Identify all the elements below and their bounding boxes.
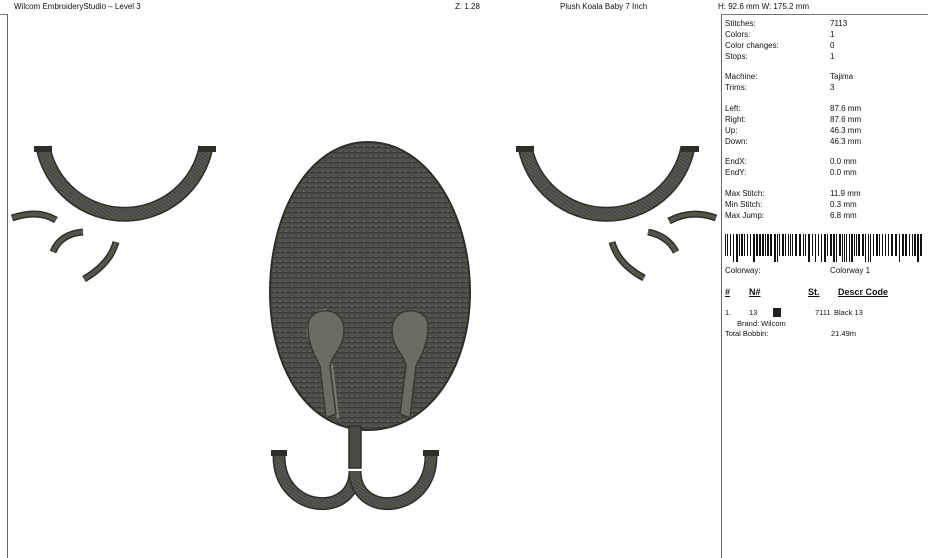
colors-value: 1 [830,30,835,39]
colorway-row: Colorway: Colorway 1 [725,266,925,276]
up-value: 46.3 mm [830,126,862,135]
trims-row: Trims: 3 [725,83,925,93]
design-preview [7,14,722,558]
col-header-index: # [725,287,731,297]
colors-label: Colors: [725,30,751,39]
design-name: Plush Koala Baby 7 Inch [560,2,648,11]
max-jump-value: 6.8 mm [830,211,857,220]
min-stitch-value: 0.3 mm [830,200,857,209]
left-eye-icon [10,145,216,283]
left-value: 87.6 mm [830,104,862,113]
down-value: 46.3 mm [830,137,862,146]
barcode-icon [725,234,922,262]
thread-brand: Brand: Wilcom [737,319,786,328]
left-label: Left: [725,104,741,113]
nose-icon [268,140,472,432]
right-eye-icon [516,145,718,282]
right-value: 87.6 mm [830,115,862,124]
title-bar: Wilcom EmbroideryStudio – Level 3 Z: 1.2… [0,0,928,15]
max-stitch-label: Max Stitch: [725,189,765,198]
color-changes-label: Color changes: [725,41,779,50]
min-stitch-label: Min Stitch: [725,200,763,209]
color-changes-value: 0 [830,41,835,50]
total-bobbin-label: Total Bobbin: [725,329,769,338]
endx-value: 0.0 mm [830,157,857,166]
col-header-number: N# [749,287,761,297]
right-row: Right: 87.6 mm [725,115,925,125]
colorway-value: Colorway 1 [830,266,871,275]
endy-value: 0.0 mm [830,168,857,177]
trims-value: 3 [830,83,835,92]
max-jump-row: Max Jump: 6.8 mm [725,211,925,221]
design-info-panel: Stitches: 7113 Colors: 1 Color changes: 0 S… [722,14,928,558]
max-stitch-row: Max Stitch: 11.9 mm [725,189,925,199]
min-stitch-row: Min Stitch: 0.3 mm [725,200,925,210]
col-header-description: Descr Code [838,287,889,297]
thread-index: 1. [725,308,732,317]
design-dimensions: H: 92.6 mm W: 175.2 mm [718,2,809,11]
stitches-row: Stitches: 7113 [725,19,925,29]
total-bobbin-value: 21.49m [831,329,857,338]
stitches-label: Stitches: [725,19,756,28]
embroidery-design [10,140,718,511]
mouth-icon [271,425,439,511]
up-label: Up: [725,126,738,135]
right-label: Right: [725,115,746,124]
endy-row: EndY: 0.0 mm [725,168,925,178]
zoom-level: Z: 1.28 [455,2,480,11]
app-title: Wilcom EmbroideryStudio – Level 3 [14,2,141,11]
machine-row: Machine: Tajima [725,72,925,82]
endy-label: EndY: [725,168,747,177]
thread-color-swatch [773,308,781,317]
trims-label: Trims: [725,83,747,92]
down-label: Down: [725,137,748,146]
stitches-value: 7113 [830,19,848,28]
stops-label: Stops: [725,52,748,61]
thread-number: 13 [749,308,758,317]
colors-row: Colors: 1 [725,30,925,40]
left-row: Left: 87.6 mm [725,104,925,114]
endx-label: EndX: [725,157,747,166]
endx-row: EndX: 0.0 mm [725,157,925,167]
max-stitch-value: 11.9 mm [830,189,861,198]
colorway-label: Colorway: [725,266,761,275]
up-row: Up: 46.3 mm [725,126,925,136]
thread-stitch-count: 7111 [815,308,831,317]
stops-value: 1 [830,52,835,61]
stops-row: Stops: 1 [725,52,925,62]
down-row: Down: 46.3 mm [725,137,925,147]
max-jump-label: Max Jump: [725,211,765,220]
col-header-stitches: St. [808,287,820,297]
color-changes-row: Color changes: 0 [725,41,925,51]
thread-description: Black 13 [834,308,863,317]
machine-value: Tajima [830,72,854,81]
machine-label: Machine: [725,72,758,81]
